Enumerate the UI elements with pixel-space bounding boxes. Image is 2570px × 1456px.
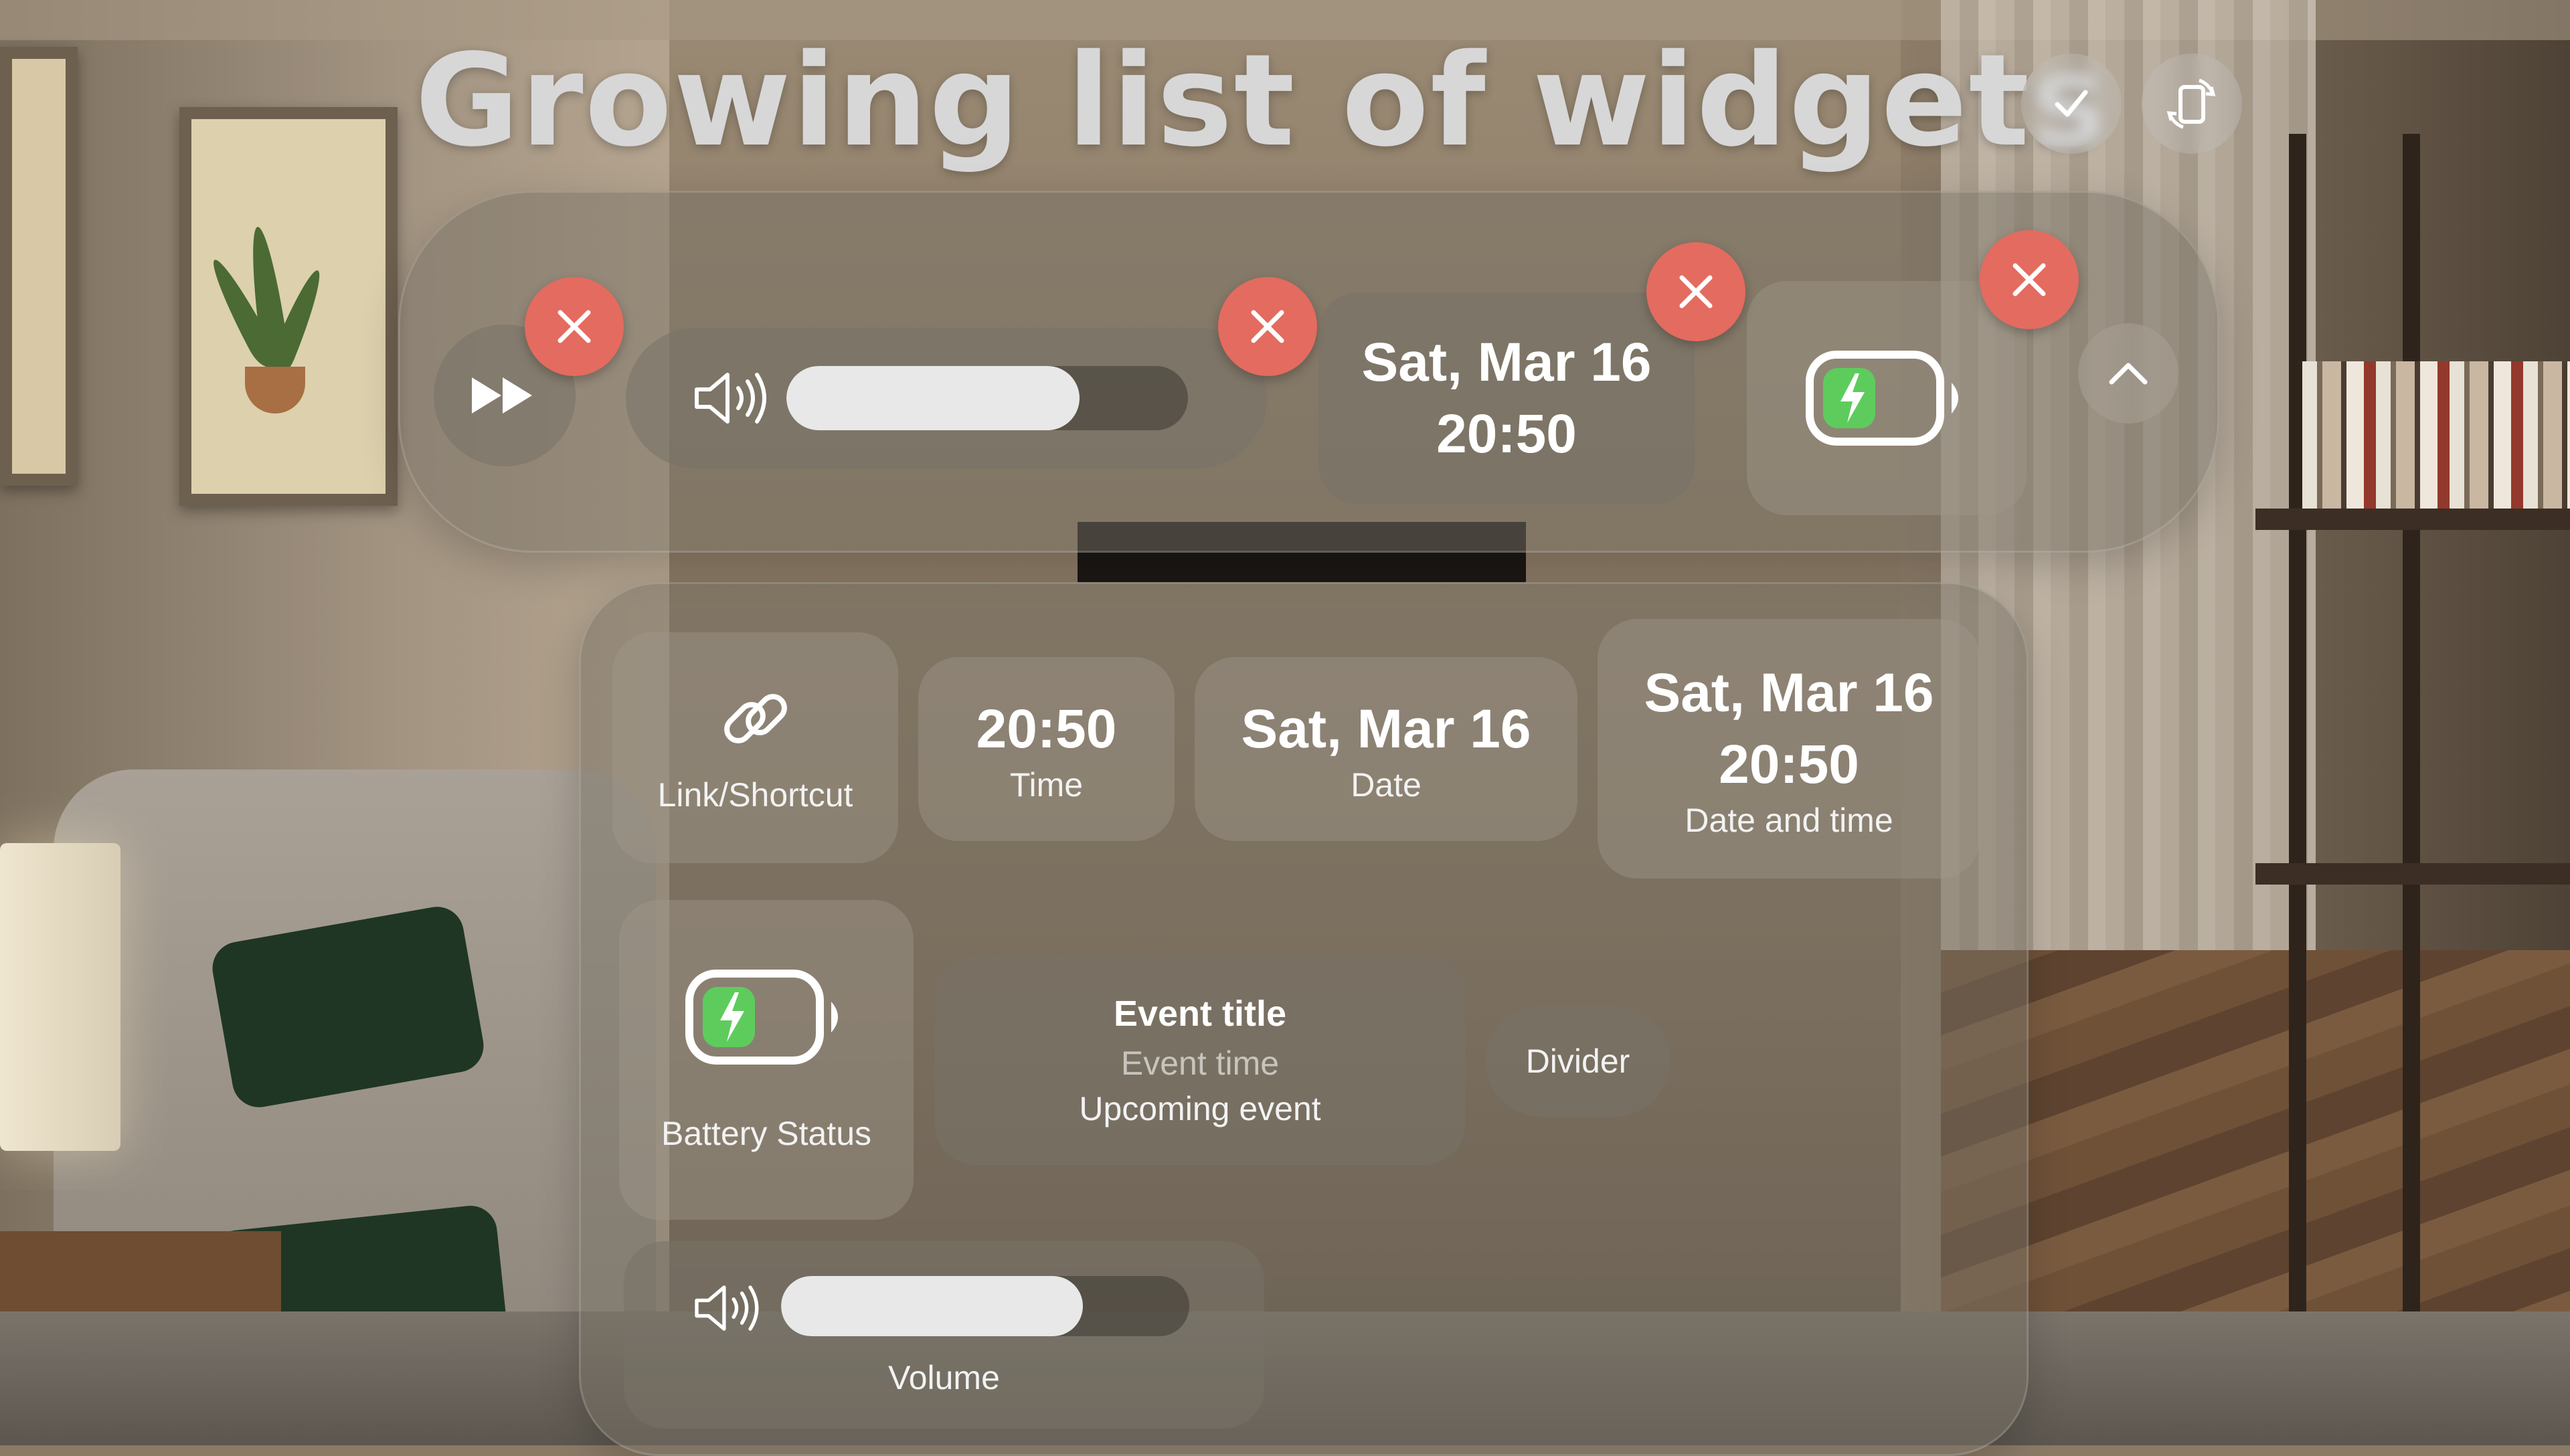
volume-label: Volume — [888, 1359, 1000, 1396]
collapse-button[interactable] — [2078, 323, 2178, 424]
shelf-post — [2403, 134, 2420, 1405]
remove-media-widget-button[interactable] — [525, 277, 624, 376]
rotate-button[interactable] — [2142, 54, 2242, 154]
page-title: Growing list of widgets — [415, 27, 2108, 175]
upcoming-event-widget[interactable]: Event title Event time Upcoming event — [935, 955, 1465, 1165]
fast-forward-icon — [472, 377, 532, 414]
date-and-time-widget[interactable]: Sat, Mar 16 20:50 Date and time — [1598, 619, 1980, 879]
books — [2302, 361, 2570, 509]
volume-widget-library[interactable]: Volume — [624, 1241, 1264, 1429]
divider-widget[interactable]: Divider — [1486, 1005, 1670, 1117]
chevron-up-icon — [2109, 363, 2148, 385]
time-text: 20:50 — [1436, 403, 1577, 464]
close-icon — [2012, 263, 2046, 296]
close-icon — [1679, 275, 1713, 308]
shelf-post — [2289, 134, 2306, 1405]
volume-slider[interactable] — [786, 366, 1188, 430]
date-label: Date — [1351, 765, 1422, 804]
time-label: Time — [1009, 765, 1084, 804]
shelf-board — [2255, 509, 2570, 530]
date-and-time-date: Sat, Mar 16 — [1644, 662, 1934, 724]
volume-slider-fill — [781, 1276, 1084, 1336]
volume-slider[interactable] — [781, 1276, 1189, 1336]
lamp — [0, 843, 120, 1151]
remove-volume-widget-button[interactable] — [1218, 277, 1317, 376]
battery-charging-icon — [1806, 351, 1958, 446]
link-shortcut-widget[interactable]: Link/Shortcut — [612, 632, 898, 863]
date-widget[interactable]: Sat, Mar 16 Date — [1195, 657, 1577, 841]
checkmark-icon — [2055, 90, 2088, 117]
date-and-time-time: 20:50 — [1719, 734, 1859, 795]
link-shortcut-label: Link/Shortcut — [657, 776, 853, 814]
remove-date-time-widget-button[interactable] — [1646, 242, 1745, 341]
speaker-icon — [695, 1285, 759, 1331]
date-and-time-label: Date and time — [1685, 801, 1893, 839]
event-title: Event title — [1113, 993, 1287, 1034]
battery-widget[interactable] — [1747, 281, 2027, 515]
speaker-icon — [695, 373, 766, 424]
date-time-widget[interactable]: Sat, Mar 16 20:50 — [1318, 292, 1695, 505]
plant-picture-frame — [179, 107, 398, 506]
date-text: Sat, Mar 16 — [1361, 331, 1652, 393]
plant-pot — [245, 367, 305, 414]
volume-slider-fill — [786, 366, 1080, 430]
event-time: Event time — [1120, 1044, 1280, 1082]
date-value: Sat, Mar 16 — [1241, 699, 1531, 760]
link-icon — [723, 693, 787, 743]
remove-battery-widget-button[interactable] — [1980, 230, 2079, 329]
picture-frame — [0, 47, 78, 486]
close-icon — [1251, 310, 1284, 343]
time-value: 20:50 — [976, 699, 1117, 760]
battery-status-label: Battery Status — [661, 1115, 872, 1152]
shelf-board — [2255, 863, 2570, 885]
divider-label: Divider — [1525, 1042, 1630, 1080]
battery-charging-icon — [685, 970, 838, 1065]
done-button[interactable] — [2021, 54, 2122, 154]
rotate-device-icon — [2166, 78, 2216, 129]
volume-widget[interactable] — [626, 328, 1267, 468]
time-widget[interactable]: 20:50 Time — [918, 657, 1175, 841]
close-icon — [558, 310, 591, 343]
battery-status-widget[interactable]: Battery Status — [619, 900, 914, 1220]
upcoming-event-label: Upcoming event — [1079, 1089, 1321, 1127]
